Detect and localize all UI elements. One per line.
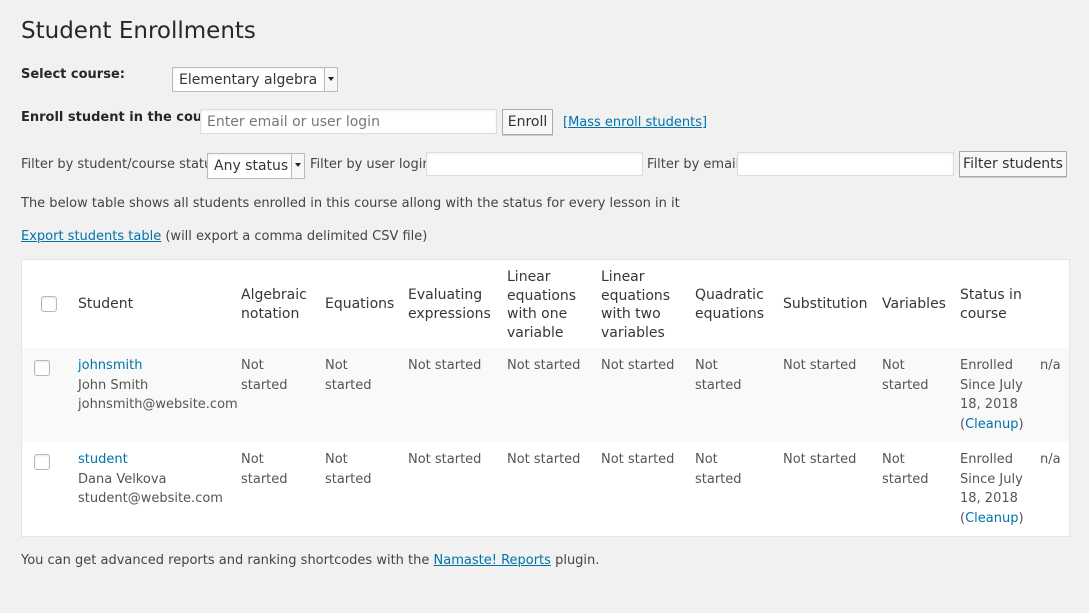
- header-lesson-3: Evaluating expressions: [408, 287, 491, 322]
- students-table: Student Algebraic notation Equations Eva…: [21, 259, 1070, 537]
- table-description: The below table shows all students enrol…: [21, 196, 680, 211]
- lesson-status: Not started: [325, 358, 372, 393]
- course-select-value: Elementary algebra: [179, 72, 318, 88]
- student-email: johnsmith@website.com: [78, 397, 238, 412]
- student-login-link[interactable]: johnsmith: [78, 356, 238, 376]
- student-cell: student Dana Velkova student@website.com: [78, 450, 238, 509]
- chevron-down-icon: [291, 154, 304, 178]
- lesson-status: Not started: [601, 358, 675, 373]
- header-lesson-4: Linear equations with one variable: [507, 269, 577, 341]
- footer-text-after: plugin.: [555, 553, 600, 568]
- course-select-label: Select course:: [21, 67, 125, 82]
- lesson-status: Not started: [241, 452, 288, 487]
- lesson-status: Not started: [601, 452, 675, 467]
- chevron-down-icon: [324, 68, 337, 91]
- course-status-cell: Enrolled Since July 18, 2018 (Cleanup): [960, 450, 1030, 528]
- lesson-status: Not started: [783, 452, 857, 467]
- lesson-status: Not started: [882, 452, 929, 487]
- course-status-text: Enrolled Since July 18, 2018: [960, 452, 1023, 506]
- email-filter-input[interactable]: [737, 152, 954, 176]
- filter-students-button[interactable]: Filter students: [959, 151, 1067, 177]
- namaste-reports-link[interactable]: Namaste! Reports: [434, 553, 551, 568]
- header-status: Status in course: [960, 287, 1022, 322]
- extra-cell: n/a: [1040, 452, 1061, 467]
- status-filter-select[interactable]: Any status: [207, 153, 305, 179]
- login-filter-input[interactable]: [426, 152, 643, 176]
- cleanup-link[interactable]: Cleanup: [965, 511, 1018, 526]
- status-filter-value: Any status: [214, 158, 289, 174]
- lesson-status: Not started: [507, 452, 581, 467]
- login-filter-label: Filter by user login:: [310, 157, 435, 172]
- header-lesson-6: Quadratic equations: [695, 287, 765, 322]
- row-checkbox[interactable]: [34, 360, 50, 376]
- enroll-label: Enroll student in the course:: [21, 110, 231, 125]
- status-filter-label: Filter by student/course status:: [21, 157, 224, 172]
- paren: ): [1018, 510, 1024, 526]
- header-lesson-7: Substitution: [783, 296, 868, 312]
- export-line: Export students table (will export a com…: [21, 229, 427, 244]
- lesson-status: Not started: [507, 358, 581, 373]
- select-all-checkbox[interactable]: [41, 296, 57, 312]
- row-checkbox[interactable]: [34, 454, 50, 470]
- footer-text-before: You can get advanced reports and ranking…: [21, 553, 430, 568]
- lesson-status: Not started: [783, 358, 857, 373]
- footer-note: You can get advanced reports and ranking…: [21, 553, 599, 568]
- enroll-input-placeholder: Enter email or user login: [207, 114, 380, 130]
- course-status-text: Enrolled Since July 18, 2018: [960, 358, 1023, 412]
- lesson-status: Not started: [241, 358, 288, 393]
- header-lesson-1: Algebraic notation: [241, 287, 307, 322]
- student-login-link[interactable]: student: [78, 450, 238, 470]
- student-email: student@website.com: [78, 491, 223, 506]
- lesson-status: Not started: [882, 358, 929, 393]
- header-lesson-5: Linear equations with two variables: [601, 269, 671, 341]
- cleanup-link[interactable]: Cleanup: [965, 417, 1018, 432]
- enroll-button[interactable]: Enroll: [502, 109, 553, 135]
- lesson-status: Not started: [695, 358, 742, 393]
- paren: ): [1018, 416, 1024, 432]
- page-title: Student Enrollments: [21, 18, 256, 44]
- lesson-status: Not started: [408, 358, 482, 373]
- student-name: John Smith: [78, 377, 149, 393]
- student-cell: johnsmith John Smith johnsmith@website.c…: [78, 356, 238, 415]
- export-students-link[interactable]: Export students table: [21, 229, 161, 244]
- lesson-status: Not started: [325, 452, 372, 487]
- course-status-cell: Enrolled Since July 18, 2018 (Cleanup): [960, 356, 1030, 434]
- lesson-status: Not started: [695, 452, 742, 487]
- student-name: Dana Velkova: [78, 471, 167, 487]
- lesson-status: Not started: [408, 452, 482, 467]
- email-filter-label: Filter by email:: [647, 157, 744, 172]
- mass-enroll-link[interactable]: [Mass enroll students]: [563, 115, 707, 130]
- header-student[interactable]: Student: [78, 295, 133, 314]
- header-lesson-8: Variables: [882, 296, 946, 312]
- export-note: (will export a comma delimited CSV file): [165, 229, 428, 244]
- course-select[interactable]: Elementary algebra: [172, 67, 338, 92]
- enroll-input[interactable]: Enter email or user login: [200, 109, 497, 134]
- header-lesson-2: Equations: [325, 296, 395, 312]
- extra-cell: n/a: [1040, 358, 1061, 373]
